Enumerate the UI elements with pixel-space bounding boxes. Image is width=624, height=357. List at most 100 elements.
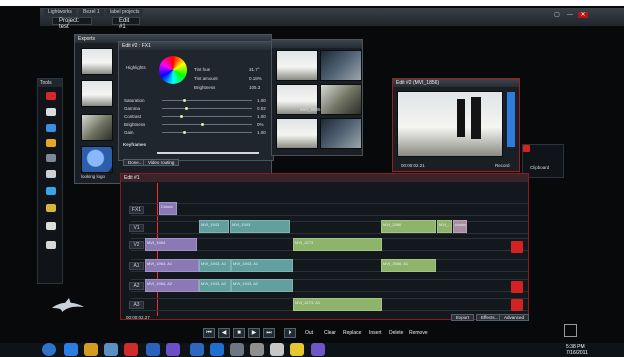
app-icon[interactable] [166,343,180,356]
timeline-clip[interactable]: MVI_4273 [293,238,382,251]
timeline-clip[interactable]: MVI_1943, A2 [199,279,231,292]
window-tab-bezel[interactable]: Bezel 1 [79,9,104,16]
document-icon[interactable] [46,108,56,116]
stop-button[interactable]: ■ [233,328,245,338]
bins-icon[interactable] [46,187,56,195]
bin-thumbnail[interactable] [276,50,318,81]
play-button[interactable]: ▶ [248,328,260,338]
timeline-clip[interactable]: MVI_1964, A1 [145,259,199,272]
effects-icon[interactable] [46,204,56,212]
app-icon[interactable] [124,343,138,356]
slider-handle[interactable] [183,99,186,102]
snow-thumbnail[interactable] [81,80,113,107]
app-icon[interactable] [210,343,224,356]
timeline-clip[interactable]: MVI_2586, A1 [381,259,436,272]
bin-thumbnail[interactable] [320,84,362,115]
keyframe-timeline[interactable] [157,152,259,154]
gear-icon[interactable] [46,241,56,249]
record-label: Record [495,163,510,168]
record-icon[interactable] [46,92,56,100]
track-action-button[interactable] [511,299,523,311]
color-wheel-icon[interactable] [159,56,187,84]
desktop-exit-icon[interactable] [564,324,577,337]
gamma-slider[interactable] [162,108,252,109]
timeline-clip[interactable]: MVI_... [437,220,452,233]
app-icon[interactable] [250,343,264,356]
app-icon[interactable] [311,343,325,356]
timeline-clip[interactable]: MVI_1943, A1 [231,259,293,272]
track-action-button[interactable] [511,241,523,253]
timeline-clip[interactable]: MVI_1943 [199,220,229,233]
delete-button[interactable]: Delete [387,328,405,338]
timeline-clip[interactable]: MVI_1964, A2 [145,279,199,292]
shark-logo-icon [52,298,84,312]
brightness-slider[interactable] [162,124,252,125]
brightness-slider-value: 0% [257,122,264,127]
app-icon[interactable] [146,343,160,356]
start-icon[interactable] [42,343,56,356]
timeline-clip[interactable]: MVI_1943 [230,220,290,233]
insert-button[interactable]: Insert [367,328,384,338]
bin-thumbnail[interactable] [276,118,318,149]
track-action-button[interactable] [511,281,523,293]
video-viewer[interactable] [397,91,503,157]
grid-icon[interactable] [46,170,56,178]
timeline-clip[interactable]: MVI_1964 [145,238,197,251]
app-icon[interactable] [290,343,304,356]
export-button[interactable]: Export [451,314,475,321]
keyframes-label: Keyframes [123,142,147,147]
tint-hue-label: Tint hue [194,67,211,72]
restore-window-icon[interactable]: ▢ [552,12,562,18]
clear-button[interactable]: Clear [322,328,338,338]
project-tab[interactable]: Project: test [52,17,92,30]
timeline-clip[interactable]: MVI_4273, A1 [293,298,382,311]
slider-handle[interactable] [180,115,183,118]
viewer-panel: Edit #2 (MVI_1856) 00:00:02.21 Record [392,78,520,172]
snow-thumbnail[interactable] [81,48,113,75]
app-icon[interactable] [270,343,284,356]
person-silhouette [457,99,465,137]
bin-thumbnail[interactable] [320,50,362,81]
window-tab-lightworks[interactable]: Lightworks [44,9,76,16]
remove-button[interactable]: Remove [407,328,430,338]
viewer-control-strip[interactable] [507,92,515,147]
saturation-slider[interactable] [162,100,252,101]
rewind-button[interactable]: ⏮ [203,328,215,338]
edit-tab[interactable]: Edit #1 [112,17,140,30]
close-window-icon[interactable]: ✕ [578,12,588,18]
replace-button[interactable]: Replace [341,328,363,338]
people-thumbnail[interactable] [81,114,113,141]
window-tab-projects[interactable]: label projects [106,9,144,16]
app-icon[interactable] [230,343,244,356]
timeline-clip[interactable]: MVI_2586 [381,220,436,233]
bin-thumbnail[interactable] [320,118,362,149]
timeline-clip[interactable]: MVI_1943, A1 [199,259,231,272]
app-icon[interactable] [190,343,204,356]
media-icon[interactable] [46,154,56,162]
browser-icon[interactable] [64,343,78,356]
minimize-window-icon[interactable]: — [565,12,575,18]
advanced-button[interactable]: Advanced [499,314,530,321]
slider-handle[interactable] [183,131,186,134]
slider-handle[interactable] [201,123,204,126]
video-routing-button[interactable]: Video routing [143,159,180,166]
next-button[interactable]: ⏭ [263,328,275,338]
folder-icon[interactable] [46,139,56,147]
fx-clip[interactable]: Colour [159,202,177,215]
clock-date: 7/16/2011 [566,350,588,356]
folder-icon[interactable] [84,343,98,356]
step-button[interactable]: ⏵ [284,328,296,338]
timeline-clip[interactable]: MVI_1943, A2 [231,279,293,292]
slider-handle[interactable] [185,107,188,110]
previous-button[interactable]: ◀ [218,328,230,338]
list-icon[interactable] [46,124,56,132]
contrast-slider[interactable] [162,116,252,117]
out-button[interactable]: Out [303,328,315,338]
audio-icon[interactable] [46,222,56,230]
timeline-editor: Edit #1 FX1 V1 V2 A1 A2 A3 Colour MVI_19… [120,173,530,321]
timeline-clip[interactable]: closing [453,220,467,233]
eye-thumbnail[interactable] [81,146,113,173]
brightness-label: Brightness [194,85,216,90]
gain-slider[interactable] [162,132,252,133]
app-icon[interactable] [104,343,118,356]
